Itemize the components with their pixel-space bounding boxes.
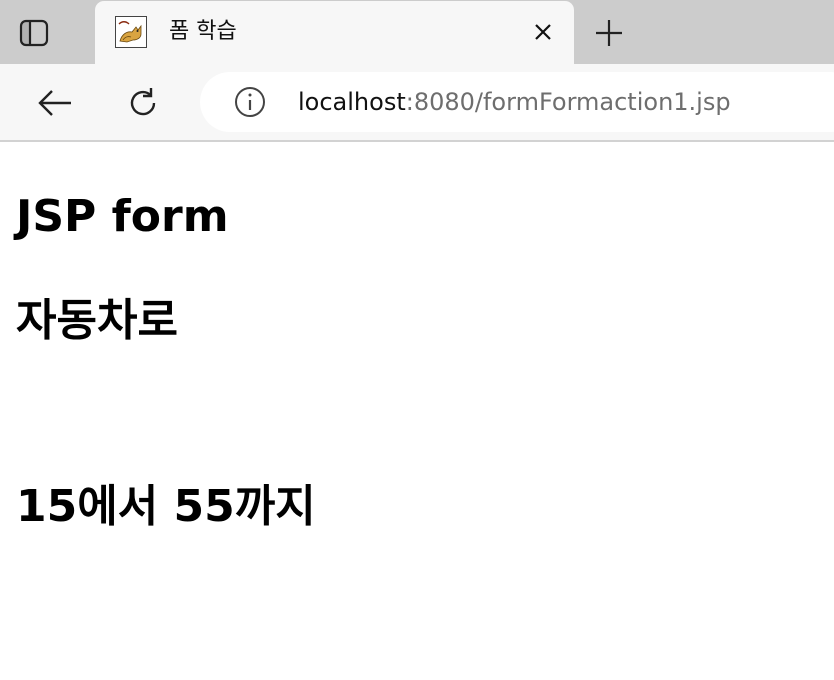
close-tab-button[interactable]: [530, 19, 556, 45]
page-content: JSP form 자동차로 15에서 55까지: [0, 142, 834, 680]
toolbar: localhost:8080/formFormaction1.jsp: [0, 64, 834, 142]
tomcat-favicon: [115, 16, 147, 48]
tab-actions-icon: [19, 19, 49, 47]
tab-active[interactable]: 폼 학습: [95, 1, 574, 64]
close-icon: [535, 24, 551, 40]
new-tab-button[interactable]: [590, 14, 628, 52]
url-host: localhost: [298, 88, 406, 116]
page-heading-choice: 자동차로: [16, 295, 178, 346]
url-path: :8080/formFormaction1.jsp: [405, 88, 731, 116]
tab-actions-button[interactable]: [14, 14, 54, 52]
tab-title: 폼 학습: [169, 19, 237, 44]
browser-window: 폼 학습 localhost:8080/formFormaction1.jsp …: [0, 0, 834, 680]
info-icon[interactable]: [234, 86, 266, 118]
page-heading-form: JSP form: [16, 191, 229, 242]
back-arrow-icon: [38, 90, 71, 116]
back-button[interactable]: [34, 82, 76, 124]
page-heading-range: 15에서 55까지: [16, 481, 316, 532]
tab-strip: 폼 학습: [0, 0, 834, 64]
reload-icon: [130, 88, 156, 116]
reload-button[interactable]: [122, 82, 164, 124]
plus-icon: [596, 20, 622, 46]
address-bar[interactable]: localhost:8080/formFormaction1.jsp: [200, 72, 834, 132]
url-text[interactable]: localhost:8080/formFormaction1.jsp: [298, 87, 731, 117]
